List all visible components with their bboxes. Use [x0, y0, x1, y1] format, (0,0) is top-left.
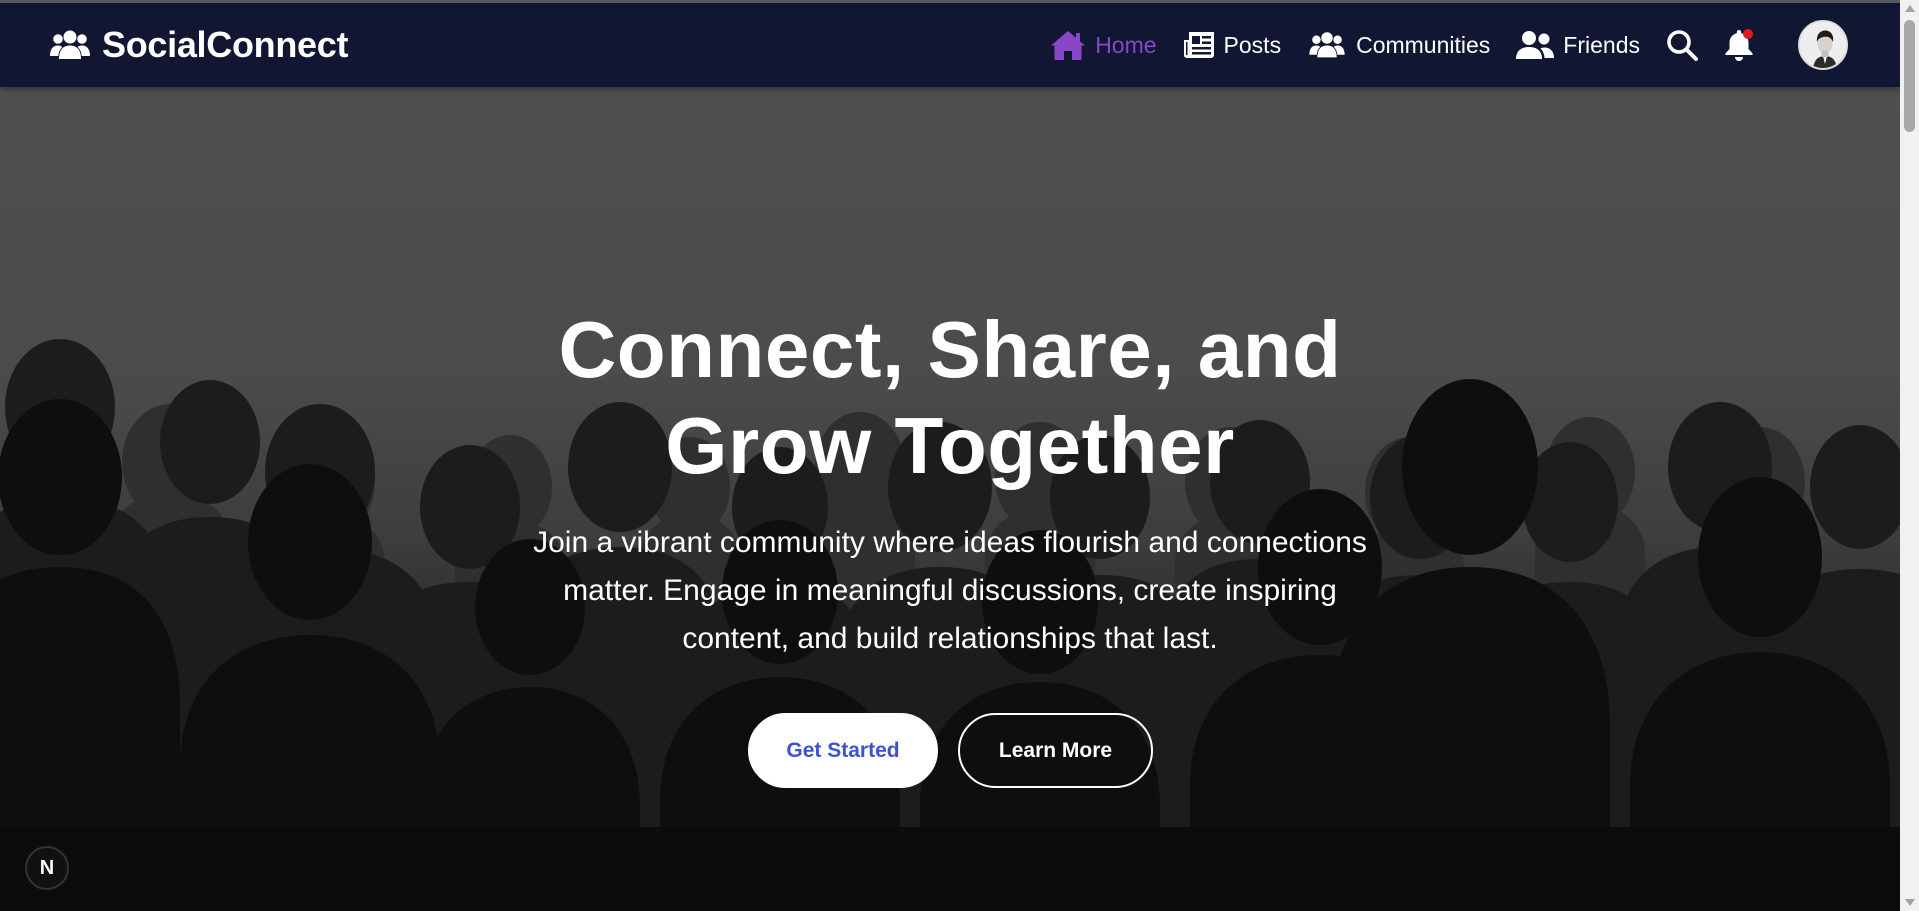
search-icon — [1667, 30, 1698, 61]
nav-item-communities[interactable]: Communities — [1307, 30, 1490, 60]
hero-content: Connect, Share, and Grow Together Join a… — [0, 87, 1900, 911]
nav-item-friends[interactable]: Friends — [1516, 30, 1640, 60]
search-button[interactable] — [1666, 29, 1698, 61]
hero-title: Connect, Share, and Grow Together — [450, 302, 1450, 494]
scroll-up-arrow-icon[interactable] — [1900, 0, 1919, 17]
page-viewport: SocialConnect Home Posts Communities Fri… — [0, 0, 1900, 911]
avatar-image — [1800, 22, 1846, 68]
brand-logo-link[interactable]: SocialConnect — [50, 3, 348, 87]
scroll-down-arrow-icon[interactable] — [1900, 894, 1919, 911]
nav-label-friends: Friends — [1563, 31, 1640, 58]
navbar: SocialConnect Home Posts Communities Fri… — [0, 3, 1900, 87]
hero-subtitle-line-2: matter. Engage in meaningful discussions… — [563, 574, 1337, 607]
nav-item-home[interactable]: Home — [1050, 30, 1157, 61]
get-started-button[interactable]: Get Started — [748, 713, 938, 788]
dev-tools-badge[interactable]: N — [25, 846, 69, 890]
notification-dot — [1743, 29, 1753, 39]
home-icon — [1051, 30, 1086, 60]
hero-subtitle: Join a vibrant community where ideas flo… — [475, 519, 1425, 663]
nav-label-communities: Communities — [1356, 31, 1491, 58]
learn-more-button[interactable]: Learn More — [958, 713, 1153, 788]
hero-title-line-1: Connect, Share, and — [558, 305, 1342, 394]
hero-subtitle-line-1: Join a vibrant community where ideas flo… — [533, 526, 1367, 559]
users-icon — [50, 30, 90, 59]
scrollbar-thumb[interactable] — [1904, 20, 1915, 132]
user-friends-icon — [1516, 31, 1555, 59]
nav-label-home: Home — [1095, 31, 1157, 58]
user-avatar[interactable] — [1798, 20, 1848, 70]
users-icon — [1309, 32, 1345, 58]
newspaper-icon — [1183, 32, 1214, 58]
nav-item-posts[interactable]: Posts — [1183, 31, 1282, 59]
nav-label-posts: Posts — [1223, 31, 1282, 58]
hero-title-line-2: Grow Together — [665, 401, 1235, 490]
brand-name: SocialConnect — [102, 24, 349, 65]
page-scrollbar[interactable] — [1900, 0, 1919, 911]
hero-subtitle-line-3: content, and build relationships that la… — [682, 622, 1218, 655]
hero-section: Connect, Share, and Grow Together Join a… — [0, 87, 1900, 911]
window-top-border — [0, 0, 1919, 3]
notifications-button[interactable] — [1724, 28, 1754, 62]
nav-links: Home Posts Communities Friends — [1024, 3, 1900, 87]
